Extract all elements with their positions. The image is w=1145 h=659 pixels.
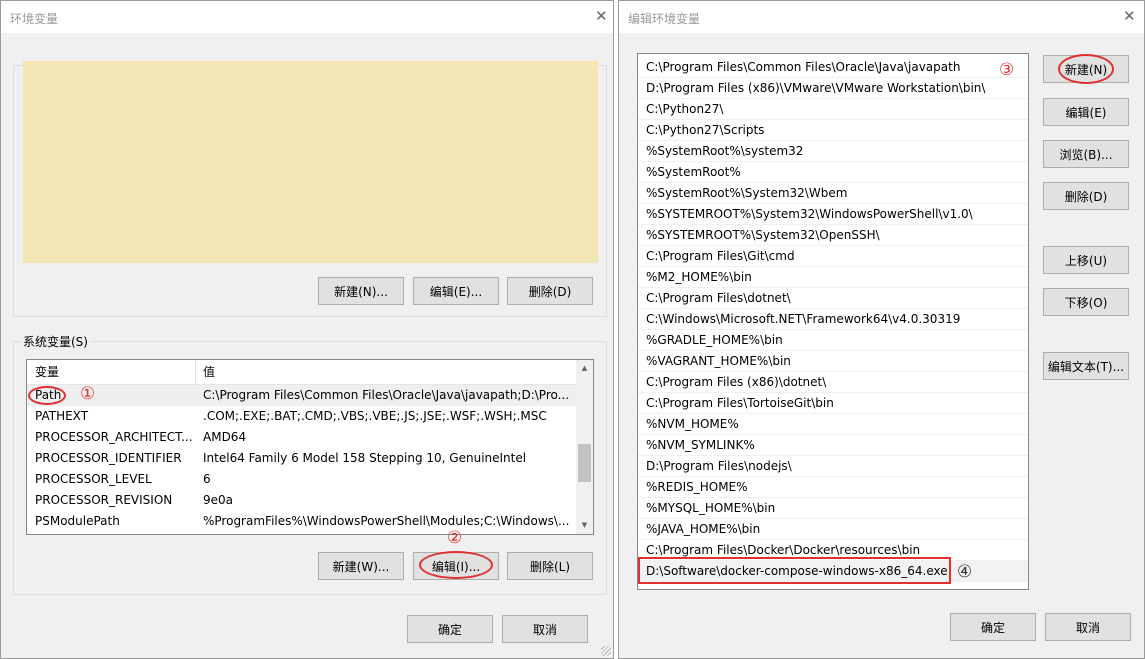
system-new-button[interactable]: 新建(W)...: [318, 552, 404, 580]
table-row[interactable]: PROCESSOR_LEVEL 6: [27, 469, 576, 490]
list-item[interactable]: %REDIS_HOME%: [638, 477, 1028, 498]
list-item[interactable]: C:\Program Files\dotnet\: [638, 288, 1028, 309]
resize-grip-icon[interactable]: [601, 646, 611, 656]
user-new-button[interactable]: 新建(N)...: [318, 277, 404, 305]
edit-environment-variable-dialog: 编辑环境变量 ✕ C:\Program Files\Common Files\O…: [618, 0, 1145, 659]
path-new-button[interactable]: 新建(N): [1043, 55, 1129, 83]
list-item[interactable]: C:\Program Files\Docker\Docker\resources…: [638, 540, 1028, 561]
scroll-up-arrow-icon[interactable]: ▲: [576, 360, 593, 377]
path-browse-button[interactable]: 浏览(B)...: [1043, 140, 1129, 168]
table-row[interactable]: PATHEXT .COM;.EXE;.BAT;.CMD;.VBS;.VBE;.J…: [27, 406, 576, 427]
list-item[interactable]: %GRADLE_HOME%\bin: [638, 330, 1028, 351]
system-variables-label: 系统变量(S): [21, 333, 90, 350]
column-header-value[interactable]: 值: [195, 360, 575, 384]
list-item[interactable]: %SystemRoot%\System32\Wbem: [638, 183, 1028, 204]
annotation-step-2: ②: [447, 528, 463, 548]
list-item[interactable]: %VAGRANT_HOME%\bin: [638, 351, 1028, 372]
list-item[interactable]: C:\Program Files\Git\cmd: [638, 246, 1028, 267]
table-row[interactable]: PROCESSOR_ARCHITECT... AMD64: [27, 427, 576, 448]
variable-value: Intel64 Family 6 Model 158 Stepping 10, …: [203, 451, 527, 465]
system-variables-table: 变量 值 Path C:\Program Files\Common Files\…: [26, 359, 594, 535]
left-dialog-title: 环境变量: [10, 12, 59, 26]
system-table-scrollbar[interactable]: ▲ ▼: [576, 360, 593, 534]
variable-value: %ProgramFiles%\WindowsPowerShell\Modules…: [203, 514, 570, 528]
table-row[interactable]: PROCESSOR_IDENTIFIER Intel64 Family 6 Mo…: [27, 448, 576, 469]
variable-name: PROCESSOR_LEVEL: [35, 472, 152, 486]
right-ok-button[interactable]: 确定: [950, 613, 1036, 641]
list-item[interactable]: C:\Program Files (x86)\dotnet\: [638, 372, 1028, 393]
list-item[interactable]: D:\Program Files\nodejs\: [638, 456, 1028, 477]
user-variables-redacted-area: [23, 61, 598, 263]
path-edit-button[interactable]: 编辑(E): [1043, 98, 1129, 126]
left-ok-button[interactable]: 确定: [407, 615, 493, 643]
annotation-step-1: ①: [80, 384, 96, 404]
annotation-step-4: ④: [957, 562, 973, 582]
list-item[interactable]: C:\Python27\: [638, 99, 1028, 120]
table-row[interactable]: PROCESSOR_REVISION 9e0a: [27, 490, 576, 511]
environment-variables-dialog: 环境变量 ✕ 新建(N)... 编辑(E)... 删除(D) 系统变量(S) 变…: [0, 0, 614, 659]
table-row[interactable]: PSModulePath %ProgramFiles%\WindowsPower…: [27, 511, 576, 532]
variable-name: PROCESSOR_IDENTIFIER: [35, 451, 182, 465]
list-item[interactable]: %MYSQL_HOME%\bin: [638, 498, 1028, 519]
path-move-down-button[interactable]: 下移(O): [1043, 288, 1129, 316]
variable-name: PROCESSOR_ARCHITECT...: [35, 430, 193, 444]
list-item[interactable]: C:\Python27\Scripts: [638, 120, 1028, 141]
variable-value: 9e0a: [203, 493, 234, 507]
left-title-bar: 环境变量 ✕: [1, 1, 613, 33]
column-header-variable[interactable]: 变量: [27, 360, 195, 384]
table-row-path[interactable]: Path C:\Program Files\Common Files\Oracl…: [27, 385, 576, 406]
path-entries-list: C:\Program Files\Common Files\Oracle\Jav…: [637, 53, 1029, 590]
variable-name: PSModulePath: [35, 514, 120, 528]
variable-name: PATHEXT: [35, 409, 89, 423]
system-table-header: 变量 值: [27, 360, 576, 385]
user-edit-button[interactable]: 编辑(E)...: [413, 277, 499, 305]
user-delete-button[interactable]: 删除(D): [507, 277, 593, 305]
path-edit-text-button[interactable]: 编辑文本(T)...: [1043, 352, 1129, 380]
list-item[interactable]: C:\Program Files\TortoiseGit\bin: [638, 393, 1028, 414]
list-item[interactable]: %SYSTEMROOT%\System32\OpenSSH\: [638, 225, 1028, 246]
scroll-thumb[interactable]: [578, 444, 591, 482]
path-delete-button[interactable]: 删除(D): [1043, 182, 1129, 210]
left-close-icon[interactable]: ✕: [595, 8, 608, 24]
right-close-icon[interactable]: ✕: [1123, 8, 1136, 24]
variable-value: AMD64: [203, 430, 247, 444]
list-item[interactable]: %SystemRoot%\system32: [638, 141, 1028, 162]
right-title-bar: 编辑环境变量 ✕: [619, 1, 1144, 33]
list-item[interactable]: C:\Windows\Microsoft.NET\Framework64\v4.…: [638, 309, 1028, 330]
variable-value: C:\Program Files\Common Files\Oracle\Jav…: [203, 388, 570, 402]
system-edit-button[interactable]: 编辑(I)...: [413, 552, 499, 580]
variable-name: PROCESSOR_REVISION: [35, 493, 173, 507]
list-item[interactable]: D:\Program Files (x86)\VMware\VMware Wor…: [638, 78, 1028, 99]
left-cancel-button[interactable]: 取消: [502, 615, 588, 643]
path-move-up-button[interactable]: 上移(U): [1043, 246, 1129, 274]
list-item[interactable]: %NVM_SYMLINK%: [638, 435, 1028, 456]
system-delete-button[interactable]: 删除(L): [507, 552, 593, 580]
list-item[interactable]: %NVM_HOME%: [638, 414, 1028, 435]
variable-value: 6: [203, 472, 211, 486]
list-item[interactable]: %SYSTEMROOT%\System32\WindowsPowerShell\…: [638, 204, 1028, 225]
variable-name: Path: [35, 388, 62, 402]
right-cancel-button[interactable]: 取消: [1045, 613, 1131, 641]
variable-value: .COM;.EXE;.BAT;.CMD;.VBS;.VBE;.JS;.JSE;.…: [203, 409, 547, 423]
scroll-down-arrow-icon[interactable]: ▼: [576, 517, 593, 534]
list-item[interactable]: %M2_HOME%\bin: [638, 267, 1028, 288]
list-item[interactable]: C:\Program Files\Common Files\Oracle\Jav…: [638, 57, 1028, 78]
annotation-step-3: ③: [999, 60, 1015, 80]
list-item[interactable]: %JAVA_HOME%\bin: [638, 519, 1028, 540]
list-item[interactable]: %SystemRoot%: [638, 162, 1028, 183]
right-dialog-title: 编辑环境变量: [628, 12, 701, 26]
